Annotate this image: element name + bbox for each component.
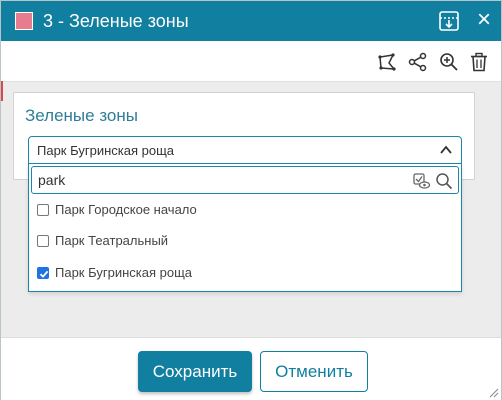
list-item-label: Парк Бугринская роща (55, 265, 193, 280)
layer-color-swatch (15, 12, 33, 30)
list-item-label: Парк Театральный (55, 233, 169, 248)
show-selected-icon[interactable] (412, 172, 430, 190)
select-dropdown: Парк Городское начало Парк Театральный П… (28, 164, 462, 292)
select-value: Парк Бугринская роща (37, 143, 175, 158)
search-icon[interactable] (435, 172, 453, 190)
green-zone-select[interactable]: Парк Бугринская роща (28, 136, 462, 164)
side-indicator (1, 81, 3, 101)
save-button[interactable]: Сохранить (138, 351, 252, 392)
checkbox-checked[interactable] (37, 267, 49, 279)
trash-icon[interactable] (469, 52, 489, 72)
dialog-titlebar[interactable]: 3 - Зеленые зоны × (1, 1, 501, 41)
checkbox[interactable] (37, 235, 49, 247)
card-title: Зеленые зоны (25, 106, 138, 125)
list-item-label: Парк Городское начало (55, 202, 197, 217)
chevron-up-icon[interactable] (439, 143, 453, 157)
export-icon[interactable] (438, 10, 460, 32)
resize-grip-icon[interactable] (487, 386, 499, 398)
dialog-window: 3 - Зеленые зоны × Зеленые зоны Парк Буг… (0, 0, 502, 400)
share-icon[interactable] (408, 52, 428, 72)
zoom-in-icon[interactable] (439, 52, 459, 72)
toolbar (1, 41, 501, 82)
dialog-title: 3 - Зеленые зоны (43, 11, 189, 31)
cancel-button[interactable]: Отменить (260, 351, 368, 392)
checkbox[interactable] (37, 204, 49, 216)
close-icon[interactable]: × (474, 7, 494, 33)
dialog-footer: Сохранить Отменить (1, 337, 501, 400)
checkmark-icon (39, 270, 49, 278)
polygon-draw-icon[interactable] (377, 52, 397, 72)
dropdown-search-input[interactable] (31, 166, 459, 194)
